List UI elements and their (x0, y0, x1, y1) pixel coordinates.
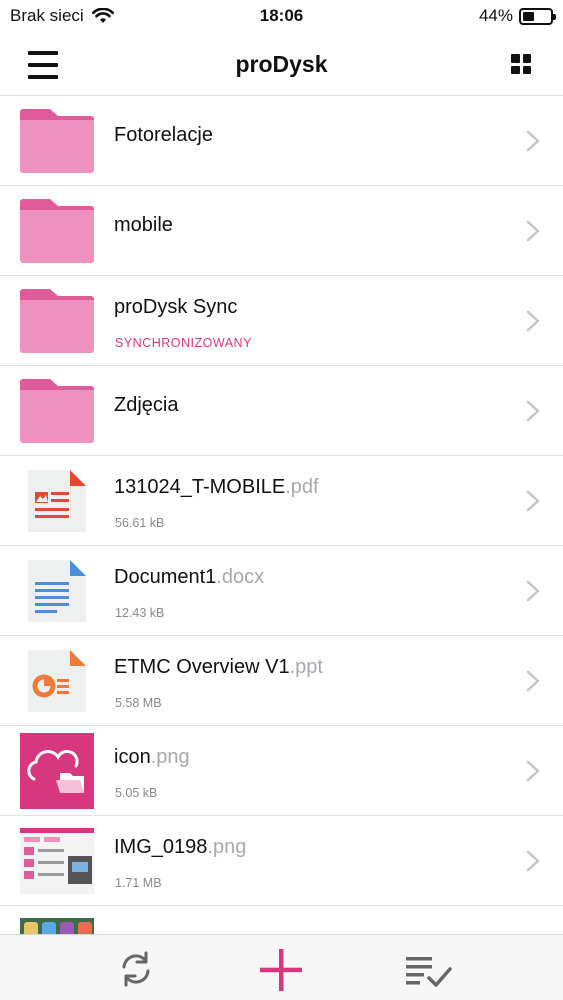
file-name: icon.png (114, 746, 190, 769)
chevron-right-icon (525, 220, 541, 242)
file-name-base: mobile (114, 214, 173, 236)
file-name-base: proDysk Sync (114, 296, 238, 318)
file-name: Zdjęcia (114, 394, 178, 417)
file-name: Fotorelacje (114, 124, 213, 147)
chevron-right-icon (525, 130, 541, 152)
status-right: 44% (478, 6, 556, 26)
folder-icon (20, 108, 94, 174)
file-size: 5.05 kB (115, 786, 158, 800)
folder-icon (20, 198, 94, 264)
file-extension: .png (207, 836, 247, 858)
file-row[interactable]: IMG_0199 (0, 906, 563, 934)
file-row[interactable]: IMG_0198.png 1.71 MB (0, 816, 563, 906)
sync-status-label: SYNCHRONIZOWANY (115, 336, 252, 350)
file-name-base: 131024_T-MOBILE (114, 476, 286, 498)
file-name: proDysk Sync (114, 296, 237, 319)
file-name-base: icon (114, 746, 151, 768)
wifi-icon (91, 8, 114, 23)
file-row[interactable]: icon.png 5.05 kB (0, 726, 563, 816)
hamburger-menu-icon[interactable] (28, 51, 58, 79)
bottom-toolbar (0, 934, 563, 1000)
status-bar: Brak sieci 18:06 44% (0, 0, 563, 34)
file-name-base: Document1 (114, 566, 217, 588)
battery-icon (519, 7, 556, 25)
navigation-bar: proDysk (0, 34, 563, 96)
refresh-button[interactable] (114, 947, 158, 991)
image-thumbnail (20, 733, 94, 809)
file-name-base: IMG_0198 (114, 836, 208, 858)
file-row[interactable]: ETMC Overview V1.ppt 5.58 MB (0, 636, 563, 726)
image-thumbnail (20, 918, 94, 934)
carrier-label: Brak sieci (10, 6, 84, 25)
file-extension: .png (150, 746, 190, 768)
battery-level (523, 11, 535, 21)
doc-file-icon (20, 558, 94, 624)
refresh-icon (122, 951, 150, 987)
add-icon (260, 949, 302, 991)
chevron-right-icon (525, 580, 541, 602)
page-title: proDysk (235, 51, 328, 77)
file-size: 5.58 MB (115, 696, 162, 710)
select-mode-button[interactable] (404, 947, 454, 991)
file-extension: .pdf (285, 476, 319, 498)
file-name-base: Fotorelacje (114, 124, 213, 146)
chevron-right-icon (525, 670, 541, 692)
folder-row[interactable]: Zdjęcia (0, 366, 563, 456)
battery-percent: 44% (478, 6, 513, 25)
status-left: Brak sieci (10, 6, 114, 26)
folder-icon (20, 378, 94, 444)
file-row[interactable]: 131024_T-MOBILE.pdf 56.61 kB (0, 456, 563, 546)
chevron-right-icon (525, 760, 541, 782)
file-extension: .ppt (289, 656, 323, 678)
file-name: ETMC Overview V1.ppt (114, 656, 323, 679)
chevron-right-icon (525, 850, 541, 872)
file-name: IMG_0198.png (114, 836, 246, 859)
file-row[interactable]: Document1.docx 12.43 kB (0, 546, 563, 636)
chevron-right-icon (525, 490, 541, 512)
chevron-right-icon (525, 400, 541, 422)
file-extension: .docx (216, 566, 265, 588)
file-size: 1.71 MB (115, 876, 162, 890)
file-size: 12.43 kB (115, 606, 165, 620)
file-name: 131024_T-MOBILE.pdf (114, 476, 319, 499)
file-name-base: Zdjęcia (114, 394, 179, 416)
image-thumbnail (20, 828, 94, 894)
folder-row[interactable]: proDysk Sync SYNCHRONIZOWANY (0, 276, 563, 366)
folder-row[interactable]: mobile (0, 186, 563, 276)
folder-icon (20, 288, 94, 354)
file-name-base: ETMC Overview V1 (114, 656, 290, 678)
folder-row[interactable]: Fotorelacje (0, 96, 563, 186)
add-button[interactable] (258, 947, 302, 991)
file-name: Document1.docx (114, 566, 264, 589)
file-size: 56.61 kB (115, 516, 165, 530)
chevron-right-icon (525, 310, 541, 332)
select-list-icon (406, 957, 452, 987)
ppt-file-icon (20, 648, 94, 714)
pdf-file-icon (20, 468, 94, 534)
file-list[interactable]: Fotorelacje mobile proDysk Sync SYNCHRONIZO… (0, 96, 563, 934)
file-name: mobile (114, 214, 173, 237)
grid-view-icon[interactable] (511, 54, 531, 74)
